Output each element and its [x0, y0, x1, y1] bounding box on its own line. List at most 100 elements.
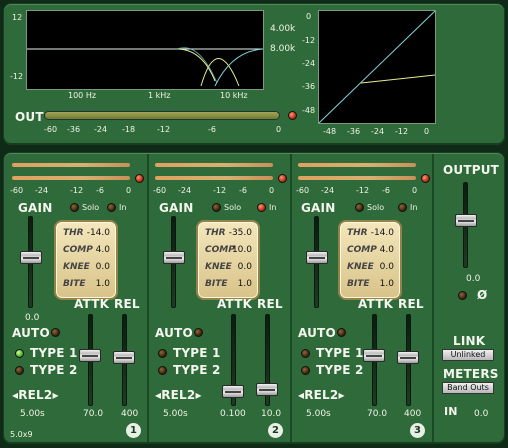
band-2-type1-led[interactable]: [158, 349, 167, 358]
band-3-scale-6: -6: [382, 186, 390, 195]
output-phase-icon[interactable]: Ø: [477, 288, 487, 302]
band-divider-2: [290, 154, 292, 442]
band-2-rel-fader[interactable]: [256, 383, 278, 396]
band-1-meter-bottom: [12, 176, 130, 180]
input-icon[interactable]: IN: [444, 405, 458, 418]
band-1-comp-value[interactable]: 4.0: [96, 245, 110, 255]
out-scale-18: -18: [122, 125, 136, 134]
band-3-solo-label: Solo: [367, 203, 385, 212]
band-1-attk-fader[interactable]: [79, 349, 101, 362]
band-3-rel2-value: 5.00s: [306, 409, 331, 419]
band-1-in-led[interactable]: [107, 203, 116, 212]
transfer-ytick-24: -24: [302, 59, 316, 68]
band-3-gain-fader[interactable]: [306, 251, 328, 264]
transfer-xtick-0: 0: [424, 127, 430, 136]
band-2-clip-led[interactable]: [278, 174, 287, 183]
band-3-in-led[interactable]: [398, 203, 407, 212]
band-1-rel2-selector[interactable]: ◂REL2▸: [12, 388, 59, 402]
band-1-param-card: THR -14.0 COMP 4.0 KNEE 0.0 BITE 1.0: [54, 220, 118, 300]
band-1-thr-row[interactable]: THR -14.0: [60, 226, 112, 241]
band-3-bite-value[interactable]: 1.0: [380, 279, 394, 289]
band-3-comp-row[interactable]: COMP 4.0: [344, 243, 396, 258]
band-2-number-badge: 2: [268, 423, 283, 438]
out-clip-led[interactable]: [288, 111, 297, 120]
band-3-rel-fader[interactable]: [397, 351, 419, 364]
eq-ytick-12: 12: [12, 13, 23, 22]
band-1-auto-label: AUTO: [12, 326, 50, 340]
band-3-attk-fader[interactable]: [363, 349, 385, 362]
band-2-gain-fader[interactable]: [163, 251, 185, 264]
crossover-freq-2[interactable]: 8.00k: [270, 44, 295, 54]
band-3-thr-row[interactable]: THR -14.0: [344, 226, 396, 241]
band-1-gain-fader[interactable]: [20, 251, 42, 264]
band-2-bite-row[interactable]: BITE 1.0: [202, 277, 254, 292]
band-1-rel-fader[interactable]: [113, 351, 135, 364]
band-3-thr-value[interactable]: -14.0: [371, 228, 394, 238]
band-2-param-card: THR -35.0 COMP 10.0 KNEE 0.0 BITE 1.0: [196, 220, 260, 300]
band-2-attk-fader[interactable]: [222, 385, 244, 398]
band-3-thr-label: THR: [347, 228, 368, 238]
out-meter: [44, 111, 280, 120]
band-2-auto-led[interactable]: [194, 328, 203, 337]
band-1-bite-value[interactable]: 1.0: [96, 279, 110, 289]
band-1-type2-led[interactable]: [15, 366, 24, 375]
band-3-rel-label: REL: [398, 297, 424, 311]
band-2-type1-label: TYPE 1: [173, 346, 221, 360]
band-1-clip-led[interactable]: [135, 174, 144, 183]
band-2-solo-led[interactable]: [212, 203, 221, 212]
crossover-freq-1[interactable]: 4.00k: [270, 24, 295, 34]
output-gain-fader[interactable]: [455, 214, 477, 227]
band-1-thr-value[interactable]: -14.0: [87, 228, 110, 238]
band-3-comp-label: COMP: [347, 245, 377, 255]
band-2-rel2-selector[interactable]: ◂REL2▸: [155, 388, 202, 402]
band-1-comp-row[interactable]: COMP 4.0: [60, 243, 112, 258]
band-2-attk-label: ATTK: [217, 297, 253, 311]
band-3-bite-row[interactable]: BITE 1.0: [344, 277, 396, 292]
band-3-scale-12: -12: [356, 186, 370, 195]
out-scale-24: -24: [94, 125, 108, 134]
band-1-gain-label: GAIN: [18, 201, 53, 215]
band-2-comp-label: COMP: [205, 245, 235, 255]
band-3-clip-led[interactable]: [421, 174, 430, 183]
transfer-xtick-36: -36: [347, 127, 361, 136]
band-2-scale-6: -6: [239, 186, 247, 195]
band-2-comp-row[interactable]: COMP 10.0: [202, 243, 254, 258]
band-2-in-led[interactable]: [257, 203, 266, 212]
band-2-type2-led[interactable]: [158, 366, 167, 375]
band-3-solo-led[interactable]: [355, 203, 364, 212]
band-3-type1-led[interactable]: [301, 349, 310, 358]
band-1-knee-row[interactable]: KNEE 0.0: [60, 260, 112, 275]
band-2-thr-value[interactable]: -35.0: [229, 228, 252, 238]
band-2-thr-row[interactable]: THR -35.0: [202, 226, 254, 241]
band-3-comp-value[interactable]: 4.0: [380, 245, 394, 255]
band-1-auto-led[interactable]: [51, 328, 60, 337]
eq-curve-display[interactable]: [26, 10, 264, 90]
band-1-solo-led[interactable]: [70, 203, 79, 212]
band-1-knee-value[interactable]: 0.0: [96, 262, 110, 272]
band-3-type2-label: TYPE 2: [316, 363, 364, 377]
meters-button[interactable]: Band Outs: [442, 382, 494, 394]
link-button[interactable]: Unlinked: [442, 349, 494, 361]
band-3-knee-row[interactable]: KNEE 0.0: [344, 260, 396, 275]
band-2-knee-row[interactable]: KNEE 0.0: [202, 260, 254, 275]
band-3-gain-label: GAIN: [301, 201, 336, 215]
band-2-knee-value[interactable]: 0.0: [238, 262, 252, 272]
band-1-type1-led[interactable]: [15, 349, 24, 358]
band-1-scale-6: -6: [96, 186, 104, 195]
band-3-param-card: THR -14.0 COMP 4.0 KNEE 0.0 BITE 1.0: [338, 220, 402, 300]
band-3-in-label: In: [410, 203, 418, 212]
band-2-rel-label: REL: [257, 297, 283, 311]
band-3-auto-led[interactable]: [337, 328, 346, 337]
band-3-type2-led[interactable]: [301, 366, 310, 375]
band-1-bite-label: BITE: [63, 279, 86, 289]
band-2-bite-value[interactable]: 1.0: [238, 279, 252, 289]
band-1-bite-row[interactable]: BITE 1.0: [60, 277, 112, 292]
transfer-xtick-48: -48: [323, 127, 337, 136]
band-2-comp-value[interactable]: 10.0: [232, 245, 252, 255]
band-2-rel-value: 10.0: [261, 409, 282, 419]
band-3-knee-value[interactable]: 0.0: [380, 262, 394, 272]
band-1-scale-24: -24: [35, 186, 49, 195]
band-3-rel2-selector[interactable]: ◂REL2▸: [298, 388, 345, 402]
output-phase-led[interactable]: [458, 291, 467, 300]
band-2-solo-label: Solo: [224, 203, 242, 212]
